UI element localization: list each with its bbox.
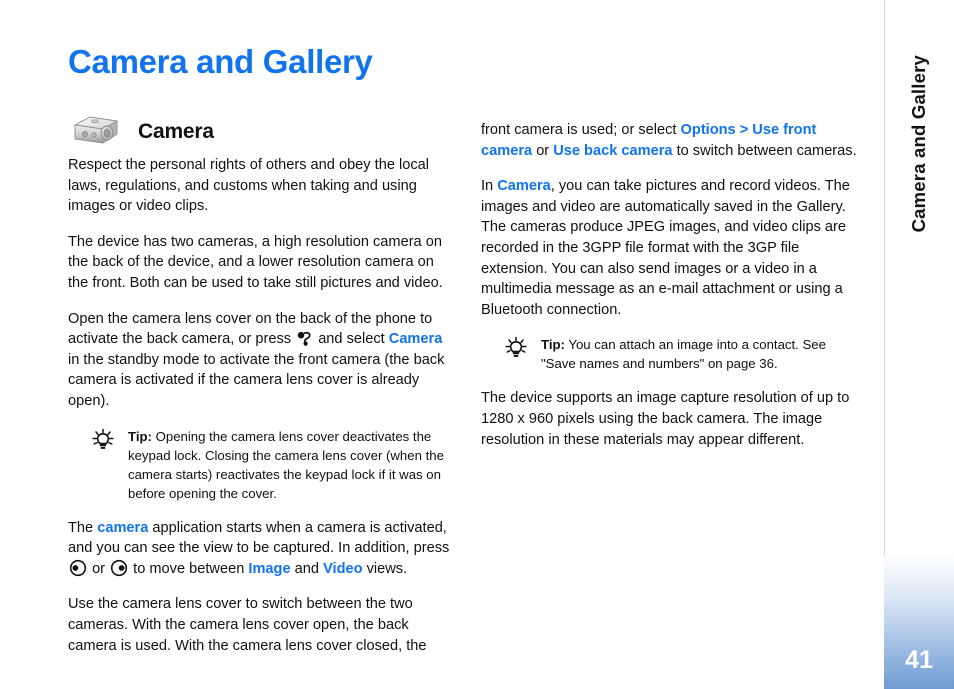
tip-label: Tip: [541,337,565,353]
tip-block-keypad-lock: Tip: Opening the camera lens cover deact… [68,427,450,503]
text-fragment: to move between [133,560,245,577]
text-fragment: in the standby mode to activate the fron… [68,351,445,409]
text-fragment: and select [318,331,385,348]
scroll-right-icon [110,559,128,577]
page-number-tab: 41 [884,555,954,689]
tip-text: Tip: You can attach an image into a cont… [541,335,863,373]
tip-content: You can attach an image into a contact. … [541,337,826,372]
paragraph-rights: Respect the personal rights of others an… [68,157,430,215]
link-video[interactable]: Video [323,561,362,577]
link-use-back-camera[interactable]: Use back camera [553,143,672,159]
sidebar-chapter-title-text: Camera and Gallery [908,55,929,233]
scroll-left-icon [69,559,87,577]
paragraph-camera-features: In Camera, you can take pictures and rec… [481,176,863,320]
paragraph-front-camera-options: front camera is used; or select Options … [481,120,863,161]
text-fragment: In [481,178,494,195]
camera-icon [68,112,124,152]
tip-content: Opening the camera lens cover deactivate… [128,428,444,501]
tip-label: Tip: [128,428,152,444]
text-fragment: to switch between cameras. [676,142,857,159]
tip-text: Tip: Opening the camera lens cover deact… [128,427,450,503]
text-fragment: or [536,142,550,159]
text-fragment: , you can take pictures and record video… [481,178,850,318]
link-camera-app-right[interactable]: Camera [497,178,551,194]
tip-bulb-icon [90,428,116,454]
tip-bulb-icon [503,336,529,362]
sidebar-chapter-title: Camera and Gallery [884,55,954,305]
text-fragment: or [92,560,106,577]
section-heading: Camera [68,112,214,152]
link-camera[interactable]: Camera [389,331,443,347]
paragraph-two-cameras: The device has two cameras, a high resol… [68,233,443,291]
tip-block-attach-image: Tip: You can attach an image into a cont… [481,335,863,373]
paragraph-camera-application: The camera application starts when a cam… [68,518,450,580]
link-image[interactable]: Image [248,561,290,577]
text-fragment: views. [366,560,408,577]
paragraph-open-lens-cover: Open the camera lens cover on the back o… [68,309,450,412]
section-heading-label: Camera [138,120,214,143]
page-title: Camera and Gallery [68,43,373,80]
link-camera-app[interactable]: camera [97,520,148,536]
menu-key-icon [297,330,312,346]
paragraph-lens-cover-switch: Use the camera lens cover to switch betw… [68,596,427,654]
text-fragment: and [294,560,319,577]
right-column: front camera is used; or select Options … [481,120,863,450]
left-column: Respect the personal rights of others an… [68,155,450,656]
document-page: Camera and Gallery Camera Respect the pe… [0,0,954,689]
text-fragment: The [68,519,94,536]
page-number: 41 [905,646,933,674]
text-fragment: front camera is used; or select [481,122,677,138]
paragraph-capture-resolution: The device supports an image capture res… [481,390,850,448]
